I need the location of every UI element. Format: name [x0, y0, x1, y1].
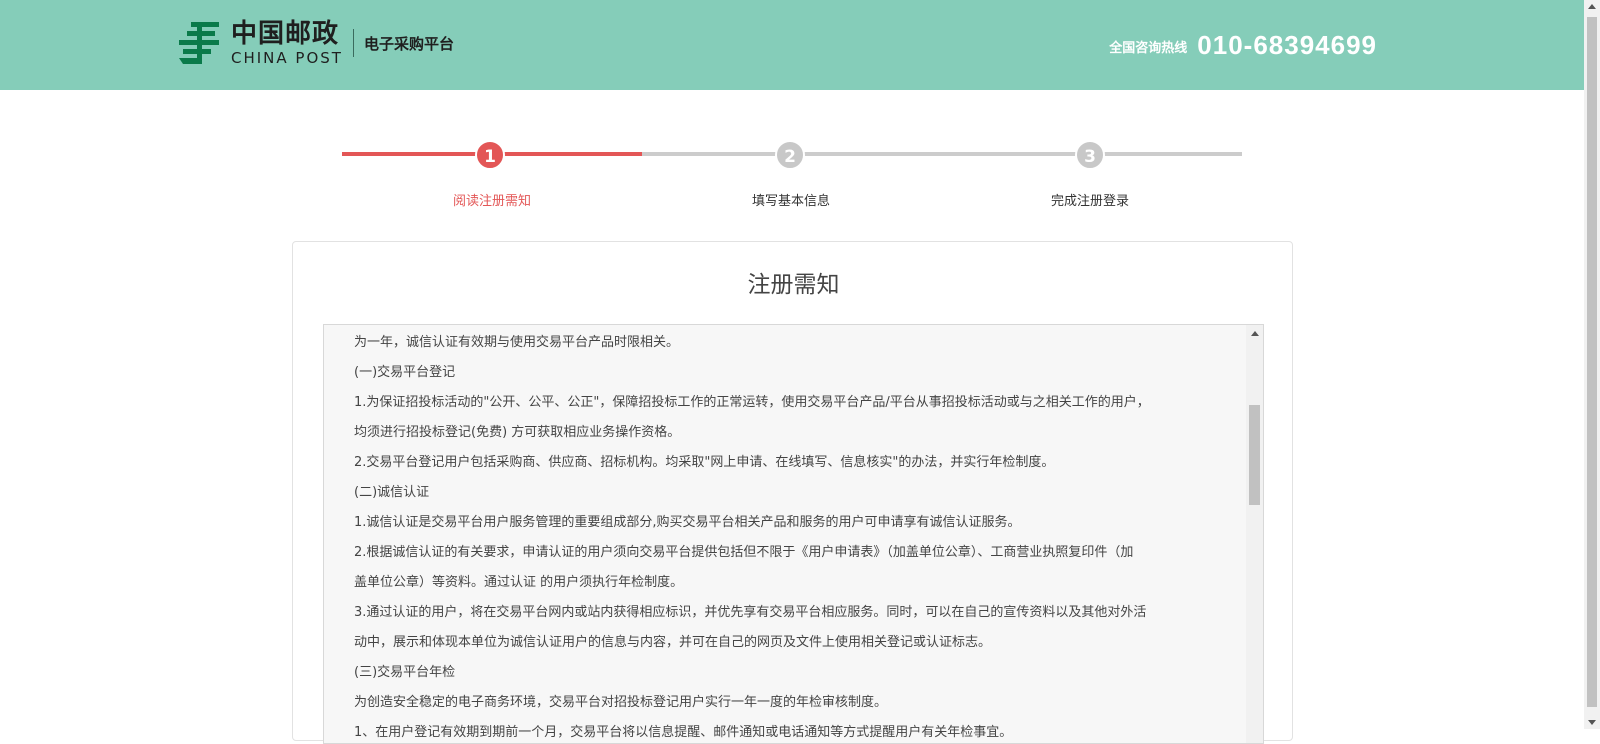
- notice-title: 注册需知: [747, 272, 840, 298]
- notice-line: (二)诚信认证: [354, 485, 430, 500]
- step-3-label: 完成注册登录: [1050, 194, 1129, 209]
- notice-scrollbar[interactable]: [1246, 325, 1263, 743]
- notice-line: 1.诚信认证是交易平台用户服务管理的重要组成部分,购买交易平台相关产品和服务的用…: [354, 515, 1021, 530]
- page-scrollbar[interactable]: [1584, 0, 1600, 729]
- step-2-label: 填写基本信息: [751, 194, 830, 209]
- notice-text: 为一年，诚信认证有效期与使用交易平台产品时限相关。 (一)交易平台登记 1.为保…: [354, 328, 1214, 743]
- step-3-circle: 3: [1075, 140, 1105, 170]
- page-scroll-up-arrow-icon[interactable]: [1588, 4, 1596, 9]
- step-1-circle: 1: [475, 140, 505, 170]
- notice-line: 为一年，诚信认证有效期与使用交易平台产品时限相关。: [354, 335, 680, 350]
- notice-line: 为创造安全稳定的电子商务环境，交易平台对招投标登记用户实行一年一度的年检审核制度…: [354, 695, 888, 710]
- page-scroll-down-arrow-icon[interactable]: [1588, 720, 1596, 725]
- china-post-emblem-icon: [179, 22, 219, 64]
- logo-text: 中国邮政 CHINA POST: [231, 20, 343, 67]
- notice-line: (一)交易平台登记: [354, 365, 456, 380]
- step-1-label: 阅读注册需知: [452, 194, 531, 209]
- logo-english-name: CHINA POST: [231, 48, 343, 67]
- logo-chinese-name: 中国邮政: [231, 18, 340, 49]
- scroll-up-arrow-icon[interactable]: [1251, 331, 1259, 336]
- notice-line: 盖单位公章）等资料。通过认证 的用户须执行年检制度。: [354, 575, 684, 590]
- hotline-number: 010-68394699: [1197, 30, 1377, 60]
- notice-line: (三)交易平台年检: [354, 665, 456, 680]
- notice-line: 1、在用户登记有效期到期前一个月，交易平台将以信息提醒、邮件通知或电话通知等方式…: [354, 725, 1013, 740]
- step-2-circle: 2: [775, 140, 805, 170]
- notice-line: 2.根据诚信认证的有关要求，申请认证的用户须向交易平台提供包括但不限于《用户申请…: [354, 545, 1134, 560]
- notice-line: 均须进行招投标登记(免费) 方可获取相应业务操作资格。: [354, 425, 681, 440]
- notice-line: 3.通过认证的用户，将在交易平台网内或站内获得相应标识，并优先享有交易平台相应服…: [354, 605, 1147, 620]
- page-scrollbar-thumb[interactable]: [1587, 17, 1597, 707]
- registration-notice-card: 注册需知 为一年，诚信认证有效期与使用交易平台产品时限相关。 (一)交易平台登记…: [292, 241, 1293, 744]
- notice-scroll-box[interactable]: 为一年，诚信认证有效期与使用交易平台产品时限相关。 (一)交易平台登记 1.为保…: [323, 324, 1264, 744]
- notice-line: 1.为保证招投标活动的"公开、公平、公正"，保障招投标工作的正常运转，使用交易平…: [354, 395, 1150, 410]
- notice-line: 动中，展示和体现本单位为诚信认证用户的信息与内容，并可在自己的网页及文件上使用相…: [354, 635, 992, 650]
- notice-scrollbar-thumb[interactable]: [1249, 405, 1260, 505]
- hotline-label: 全国咨询热线: [1109, 41, 1188, 56]
- notice-line: 2.交易平台登记用户包括采购商、供应商、招标机构。均采取"网上申请、在线填写、信…: [354, 455, 1055, 470]
- platform-name: 电子采购平台: [363, 34, 454, 53]
- site-header: 中国邮政 CHINA POST 电子采购平台 全国咨询热线 010-683946…: [0, 0, 1584, 90]
- hotline: 全国咨询热线 010-68394699: [1109, 30, 1377, 61]
- china-post-logo[interactable]: 中国邮政 CHINA POST 电子采购平台: [177, 18, 454, 68]
- registration-steps: 1 2 3 阅读注册需知 填写基本信息 完成注册登录: [342, 140, 1242, 220]
- logo-divider: [352, 29, 354, 57]
